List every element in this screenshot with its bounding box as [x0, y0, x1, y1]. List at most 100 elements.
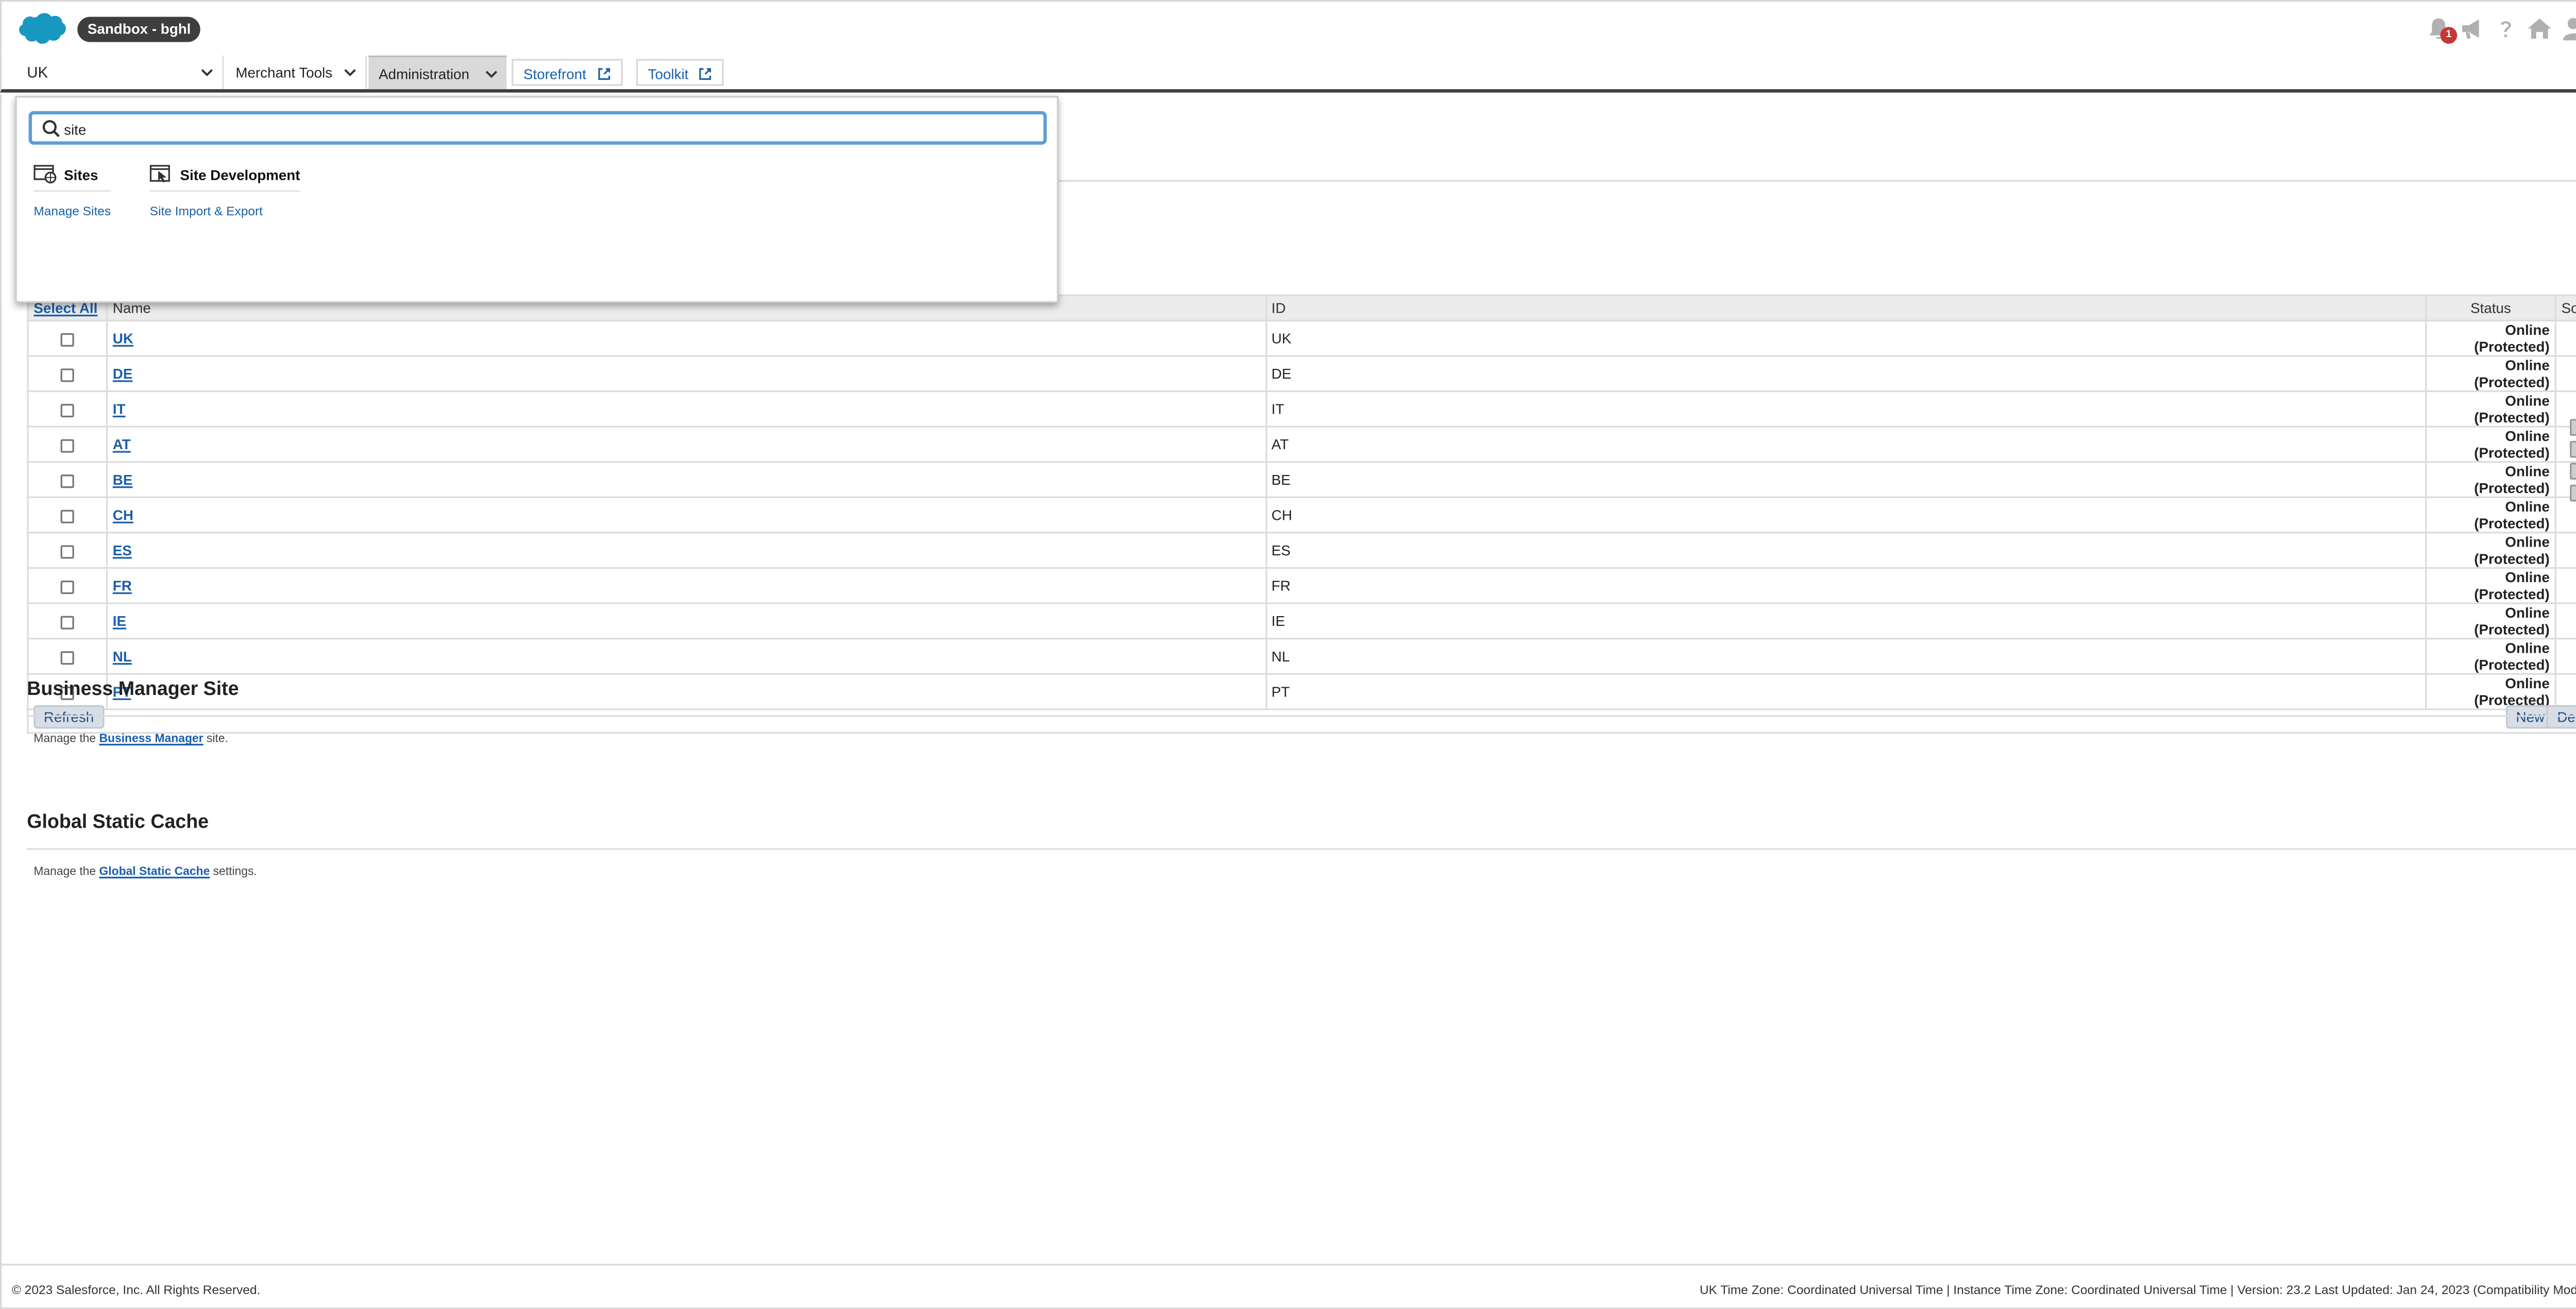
menu-group-sites-title: Sites [64, 165, 98, 183]
row-checkbox[interactable] [60, 651, 74, 665]
main-navigation: UK Merchant Tools Administration Storefr… [0, 55, 2576, 93]
notification-count-badge: 1 [2440, 27, 2458, 44]
menu-group-sites: Sites Manage Sites [33, 165, 111, 219]
table-row: FR FR Online (Protected) [27, 567, 2576, 604]
help-icon[interactable] [2493, 15, 2519, 42]
row-select-cell [27, 390, 108, 428]
chevron-down-icon [201, 69, 213, 77]
table-row: ES ES Online (Protected) [27, 532, 2576, 569]
table-actions-bar: Refresh New Delete [27, 702, 2576, 734]
site-name-link[interactable]: BE [113, 471, 133, 488]
site-name-link[interactable]: ES [113, 542, 132, 559]
row-checkbox[interactable] [60, 474, 74, 488]
site-selector[interactable]: UK [17, 55, 224, 90]
megaphone-icon[interactable] [2459, 15, 2486, 42]
cache-text-post: settings. [210, 866, 257, 879]
row-checkbox[interactable] [60, 368, 74, 382]
site-name-cell: IT [106, 390, 1267, 428]
site-status-cell: Online (Protected) [2425, 390, 2556, 428]
administration-menu[interactable]: Administration [368, 55, 507, 90]
site-selector-value: UK [27, 64, 48, 81]
bm-text-pre: Manage the [33, 734, 99, 746]
sorting-cell [2554, 355, 2576, 393]
cache-text-pre: Manage the [33, 866, 99, 879]
business-manager-site-description: Manage the Business Manager site. [33, 734, 228, 745]
top-header: Sandbox - bghl 1 [0, 0, 2576, 56]
menu-search-input[interactable] [64, 116, 1024, 142]
storefront-link[interactable]: Storefront [512, 59, 622, 86]
administration-dropdown-menu: Sites Manage Sites Site Development Site… [15, 96, 1059, 303]
row-select-cell [27, 496, 108, 534]
toolkit-link[interactable]: Toolkit [636, 59, 725, 86]
site-name-cell: IE [106, 602, 1267, 640]
table-row: IE IE Online (Protected) [27, 602, 2576, 640]
salesforce-cloud-logo[interactable] [17, 12, 67, 47]
site-id-cell: NL [1264, 638, 2427, 675]
row-select-cell [27, 638, 108, 675]
sites-globe-icon [33, 165, 57, 184]
site-name-cell: UK [106, 319, 1267, 357]
row-checkbox[interactable] [60, 615, 74, 629]
row-select-cell [27, 355, 108, 393]
manage-sites-link[interactable]: Manage Sites [33, 203, 111, 218]
move-down-button[interactable]: ▼ [2570, 463, 2576, 480]
sorting-cell [2554, 319, 2576, 357]
row-checkbox[interactable] [60, 438, 74, 452]
row-checkbox[interactable] [60, 580, 74, 594]
site-import-export-link[interactable]: Site Import & Export [150, 203, 300, 218]
site-name-link[interactable]: IT [113, 400, 126, 417]
administration-label: Administration [378, 65, 469, 83]
site-name-link[interactable]: IE [113, 613, 126, 630]
sites-table: Select All Name ID Status Sorting UKUKOn… [27, 294, 2576, 710]
move-to-bottom-button[interactable]: ⇟ [2570, 484, 2576, 502]
site-name-cell: AT [106, 426, 1267, 463]
row-checkbox[interactable] [60, 509, 74, 523]
toolkit-label: Toolkit [648, 65, 689, 83]
chevron-down-icon [485, 71, 498, 78]
sorting-cell [2554, 602, 2576, 640]
sandbox-badge: Sandbox - bghl [77, 16, 201, 42]
row-checkbox[interactable] [60, 545, 74, 558]
user-profile-icon[interactable] [2560, 15, 2576, 42]
business-manager-link[interactable]: Business Manager [99, 734, 203, 745]
site-name-link[interactable]: NL [113, 648, 132, 665]
external-link-icon [598, 68, 610, 80]
table-row: BE BE Online (Protected) [27, 461, 2576, 498]
site-development-cursor-icon [149, 165, 170, 183]
row-select-cell [27, 567, 108, 604]
site-name-link[interactable]: UK [113, 330, 133, 347]
table-row: CH CH Online (Protected) [27, 496, 2576, 534]
site-name-link[interactable]: DE [113, 365, 133, 382]
version-info-text: UK Time Zone: Coordinated Universal Time… [1699, 1282, 2576, 1298]
site-name-cell: FR [106, 567, 1267, 604]
menu-group-site-development: Site Development Site Import & Export [149, 165, 300, 219]
table-row: IT IT Online (Protected) [27, 390, 2576, 428]
site-id-cell: UK [1264, 319, 2427, 357]
site-name-link[interactable]: CH [113, 506, 133, 523]
sorting-column-header: Sorting [2554, 294, 2576, 321]
move-to-top-button[interactable]: ⇞ [2570, 419, 2576, 436]
home-icon[interactable] [2526, 15, 2553, 42]
sorting-cell [2554, 638, 2576, 675]
site-name-link[interactable]: AT [113, 436, 131, 453]
business-manager-site-title: Business Manager Site [27, 679, 239, 700]
row-select-cell [27, 461, 108, 498]
menu-search-box[interactable] [28, 111, 1047, 145]
move-up-button[interactable]: ▲ [2570, 440, 2576, 458]
row-checkbox[interactable] [60, 332, 74, 347]
site-name-cell: DE [106, 355, 1267, 393]
divider [27, 848, 2576, 850]
notifications-bell-icon[interactable]: 1 [2425, 15, 2458, 44]
site-status-cell: Online (Protected) [2425, 461, 2556, 498]
page-footer: © 2023 Salesforce, Inc. All Rights Reser… [0, 1264, 2576, 1309]
storefront-label: Storefront [523, 65, 586, 83]
merchant-tools-menu[interactable]: Merchant Tools [226, 55, 367, 90]
table-row: NL NL Online (Protected) [27, 638, 2576, 675]
row-select-cell [27, 319, 108, 357]
row-checkbox[interactable] [60, 403, 74, 417]
site-name-link[interactable]: FR [113, 577, 132, 594]
site-id-cell: IE [1264, 602, 2427, 640]
global-static-cache-link[interactable]: Global Static Cache [99, 866, 210, 878]
id-column-header: ID [1264, 294, 2427, 321]
site-name-cell: CH [106, 496, 1267, 534]
